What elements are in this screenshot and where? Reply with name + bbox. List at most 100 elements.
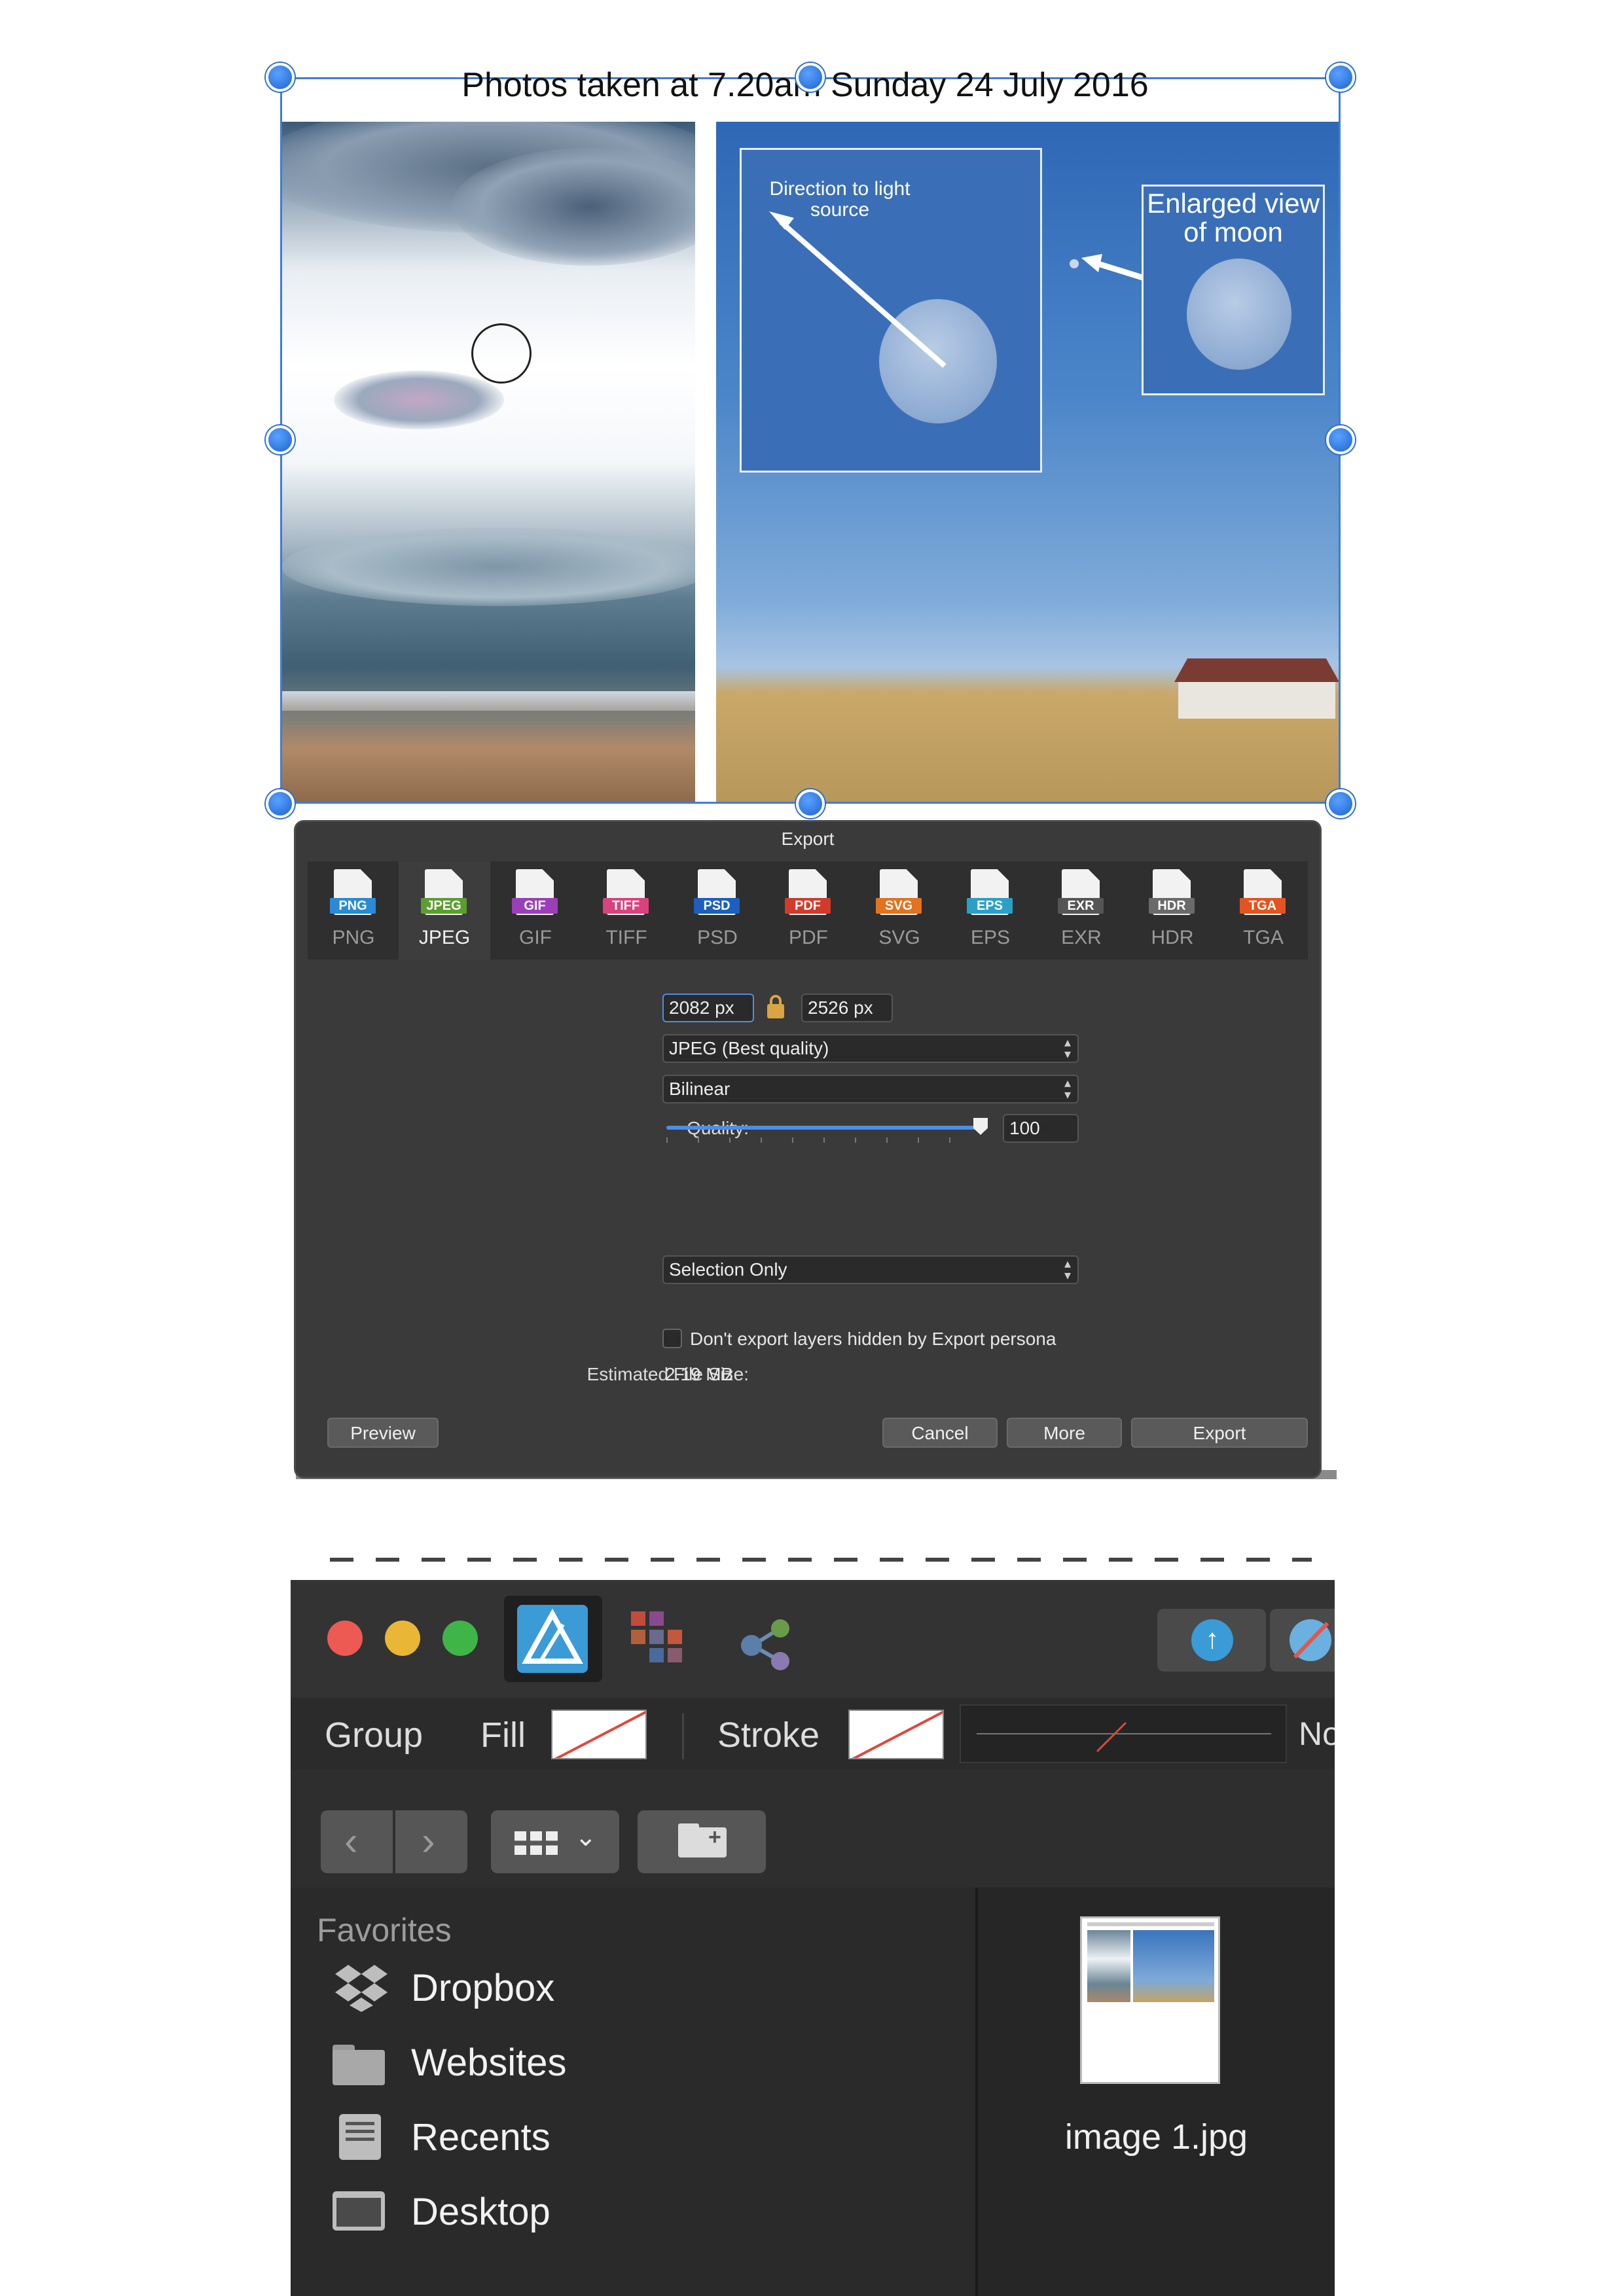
- selection-handle-top-left[interactable]: [266, 63, 295, 92]
- format-tab-pdf[interactable]: PDF PDF: [763, 861, 854, 960]
- preset-select[interactable]: JPEG (Best quality) ▴ ▾: [662, 1034, 1079, 1063]
- hidden-layers-label[interactable]: Don't export layers hidden by Export per…: [690, 1329, 1056, 1350]
- format-tab-psd[interactable]: PSD PSD: [672, 861, 763, 960]
- group-label[interactable]: Group: [325, 1715, 423, 1755]
- format-tab-jpeg[interactable]: JPEG JPEG: [399, 861, 490, 960]
- format-tag: EXR: [1058, 898, 1104, 914]
- fill-swatch[interactable]: [551, 1710, 647, 1759]
- resample-select[interactable]: Bilinear ▴ ▾: [662, 1075, 1079, 1103]
- export-persona-icon[interactable]: [733, 1611, 799, 1677]
- lock-icon[interactable]: [766, 995, 785, 1018]
- slider-thumb[interactable]: [973, 1118, 988, 1135]
- height-field[interactable]: 2526 px: [801, 994, 893, 1022]
- slider-ticks: [666, 1138, 981, 1143]
- width-field[interactable]: 2082 px: [662, 994, 754, 1022]
- more-button[interactable]: More: [1007, 1418, 1122, 1448]
- format-tab-svg[interactable]: SVG SVG: [854, 861, 945, 960]
- title-bar: ↑: [291, 1580, 1335, 1698]
- format-name: TIFF: [605, 927, 647, 948]
- selection-handle-middle-right[interactable]: [1326, 425, 1355, 454]
- format-tag: TIFF: [603, 898, 649, 914]
- close-window-button[interactable]: [327, 1621, 363, 1656]
- resample-value: Bilinear: [669, 1079, 731, 1099]
- format-tab-exr[interactable]: EXR EXR: [1036, 861, 1127, 960]
- chevron-right-icon: ›: [422, 1819, 435, 1864]
- cloud-disabled-button[interactable]: [1270, 1609, 1335, 1672]
- format-name: PDF: [789, 927, 828, 948]
- stroke-swatch[interactable]: [848, 1710, 944, 1759]
- sidebar-item-dropbox[interactable]: Dropbox: [317, 1961, 906, 2020]
- format-tab-png[interactable]: PNG PNG: [308, 861, 399, 960]
- format-tab-tiff[interactable]: TIFF TIFF: [581, 861, 672, 960]
- format-tag: SVG: [876, 898, 922, 914]
- format-tag: EPS: [967, 898, 1013, 914]
- file-preview-pane: image 1.jpg: [978, 1888, 1335, 2296]
- area-select[interactable]: Selection Only ▴ ▾: [662, 1255, 1079, 1284]
- format-name: EXR: [1061, 927, 1102, 948]
- cloud-upload-button[interactable]: ↑: [1157, 1609, 1266, 1672]
- selection-handle-bottom-left[interactable]: [266, 789, 295, 818]
- selection-handle-top-right[interactable]: [1326, 63, 1355, 92]
- sidebar-item-recents[interactable]: Recents: [317, 2110, 906, 2169]
- format-name: TGA: [1243, 927, 1284, 948]
- format-tab-eps[interactable]: EPS EPS: [945, 861, 1036, 960]
- forward-button[interactable]: ›: [395, 1810, 467, 1873]
- preview-button[interactable]: Preview: [327, 1418, 439, 1448]
- format-tab-tga[interactable]: TGA TGA: [1218, 861, 1309, 960]
- hidden-layers-checkbox[interactable]: [662, 1329, 682, 1348]
- minimize-window-button[interactable]: [385, 1621, 420, 1656]
- selection-handle-top-middle[interactable]: [796, 63, 825, 92]
- selection-handle-bottom-right[interactable]: [1326, 789, 1355, 818]
- sidebar-item-desktop[interactable]: Desktop: [317, 2185, 906, 2244]
- preset-value: JPEG (Best quality): [669, 1038, 829, 1058]
- finder-toolbar: ‹ › ⌄ +: [291, 1770, 1335, 1888]
- export-button[interactable]: Export: [1131, 1418, 1308, 1448]
- chevron-down-icon: ⌄: [575, 1823, 597, 1852]
- dialog-title: Export: [781, 829, 835, 849]
- file-name-label[interactable]: image 1.jpg: [978, 2117, 1335, 2157]
- slider-track: [666, 1126, 981, 1130]
- chevron-left-icon: ‹: [344, 1819, 358, 1864]
- sidebar-item-websites[interactable]: Websites: [317, 2036, 906, 2094]
- context-toolbar: Group Fill Stroke No: [291, 1698, 1335, 1770]
- canvas-area: Direction to light source Enlarged view …: [0, 0, 1624, 818]
- select-arrows-icon: ▴ ▾: [1064, 1035, 1071, 1062]
- dropbox-icon: [335, 1965, 388, 2012]
- selection-handle-bottom-middle[interactable]: [796, 789, 825, 818]
- export-dialog: Export PNG PNG JPEG JPEG GIF GIF TIFF TIFF PSD PS…: [296, 822, 1320, 1477]
- grid-view-icon: [514, 1831, 558, 1855]
- slider-fill: [666, 1126, 981, 1130]
- quality-slider[interactable]: [666, 1114, 988, 1147]
- cropped-text-fragment: [291, 1555, 1335, 1577]
- format-tag: HDR: [1149, 898, 1195, 914]
- format-tag: PDF: [785, 898, 831, 914]
- cloud-upload-icon: ↑: [1191, 1619, 1233, 1661]
- finder-sidebar: Favorites Dropbox Websites Recents Deskt…: [291, 1888, 978, 2296]
- app-window: ↑ Group Fill Stroke No ‹ › ⌄ + Favorites…: [291, 1580, 1335, 2296]
- format-tab-hdr[interactable]: HDR HDR: [1127, 861, 1218, 960]
- view-mode-button[interactable]: ⌄: [491, 1810, 619, 1873]
- file-size-value: 2.19 MB: [665, 1364, 734, 1384]
- file-thumbnail[interactable]: [1080, 1916, 1220, 2084]
- pixel-persona-icon[interactable]: [631, 1611, 690, 1670]
- format-tag: PSD: [694, 898, 740, 914]
- new-folder-button[interactable]: +: [638, 1810, 766, 1873]
- format-name: HDR: [1151, 927, 1194, 948]
- affinity-designer-icon: [517, 1605, 588, 1673]
- divider: [682, 1713, 684, 1759]
- desktop-icon: [333, 2191, 385, 2233]
- format-tag: JPEG: [421, 898, 467, 914]
- stroke-width-slider[interactable]: [960, 1704, 1287, 1763]
- designer-persona-button[interactable]: [504, 1596, 602, 1682]
- selection-handle-middle-left[interactable]: [266, 425, 295, 454]
- quality-field[interactable]: 100: [1003, 1114, 1079, 1143]
- format-tab-gif[interactable]: GIF GIF: [490, 861, 581, 960]
- back-button[interactable]: ‹: [321, 1810, 393, 1873]
- select-arrows-icon: ▴ ▾: [1064, 1076, 1071, 1102]
- maximize-window-button[interactable]: [442, 1621, 478, 1656]
- select-arrows-icon: ▴ ▾: [1064, 1257, 1071, 1283]
- selection-box[interactable]: [280, 77, 1341, 804]
- cancel-button[interactable]: Cancel: [882, 1418, 998, 1448]
- sidebar-item-label: Websites: [411, 2041, 567, 2084]
- fill-label: Fill: [480, 1715, 526, 1755]
